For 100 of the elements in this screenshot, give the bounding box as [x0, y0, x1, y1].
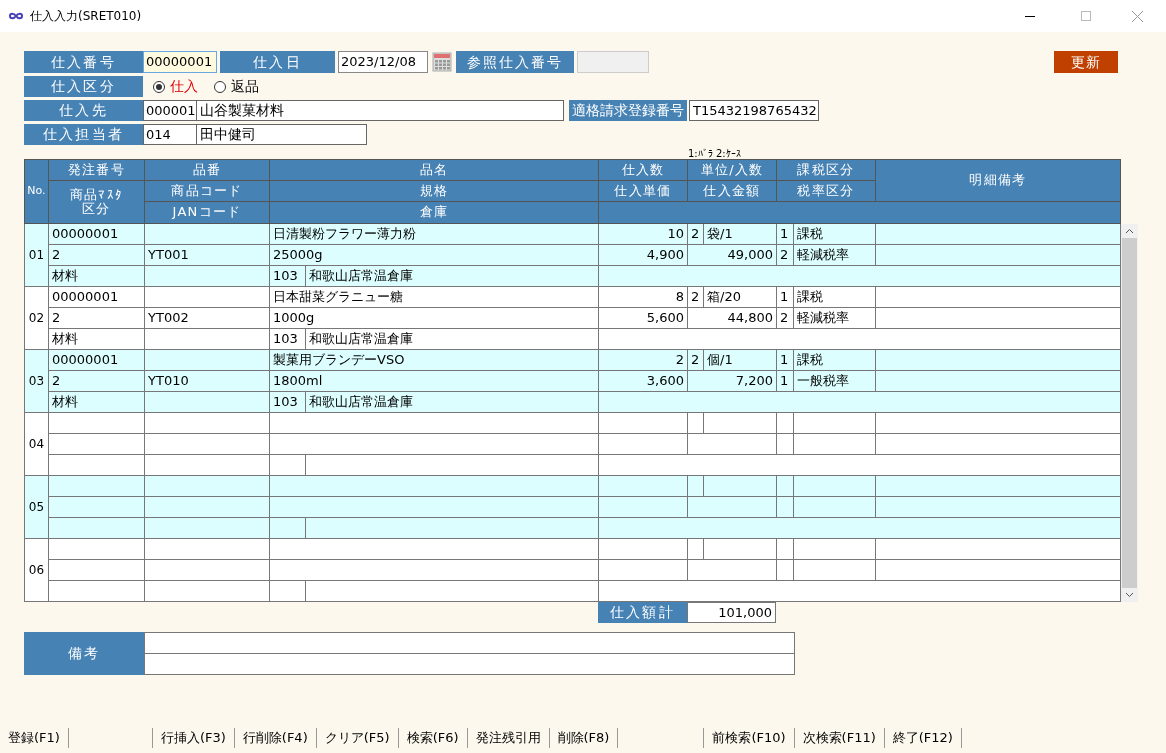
table-cell[interactable] [876, 476, 1121, 497]
table-cell[interactable] [270, 413, 599, 434]
function-key-button[interactable]: 行削除(F4) [234, 727, 317, 748]
table-cell[interactable] [145, 497, 270, 518]
table-cell[interactable] [145, 476, 270, 497]
product-code-cell[interactable]: YT010 [145, 371, 270, 392]
table-cell[interactable] [704, 476, 777, 497]
table-cell[interactable] [270, 476, 599, 497]
function-key-button[interactable]: 次検索(F11) [794, 727, 885, 748]
table-cell[interactable] [704, 539, 777, 560]
table-cell[interactable] [777, 539, 794, 560]
table-cell[interactable] [599, 560, 688, 581]
table-cell[interactable] [145, 560, 270, 581]
scrollbar[interactable] [1121, 224, 1138, 602]
table-cell[interactable] [777, 497, 794, 518]
function-key-button[interactable]: 前検索(F10) [704, 727, 795, 748]
supplier-code-field[interactable]: 000001 [143, 100, 197, 121]
unit-code-cell[interactable]: 2 [688, 224, 704, 245]
table-cell[interactable] [777, 434, 794, 455]
master-category-cell[interactable]: 2 [49, 245, 145, 266]
table-cell[interactable] [794, 497, 876, 518]
table-cell[interactable] [49, 560, 145, 581]
table-cell[interactable] [145, 581, 270, 602]
table-cell[interactable] [777, 560, 794, 581]
calendar-icon[interactable] [432, 52, 452, 72]
table-cell[interactable] [145, 350, 270, 371]
supplier-name-field[interactable]: 山谷製菓材料 [197, 100, 564, 121]
function-key-button[interactable]: 終了(F12) [884, 727, 962, 748]
tax-rate-code-cell[interactable]: 2 [777, 245, 794, 266]
date-field[interactable]: 2023/12/08 [338, 51, 428, 73]
unit-price-cell[interactable]: 4,900 [599, 245, 688, 266]
table-cell[interactable] [49, 476, 145, 497]
table-cell[interactable] [876, 350, 1121, 371]
table-cell[interactable] [876, 560, 1121, 581]
table-cell[interactable] [270, 434, 599, 455]
table-cell[interactable] [688, 413, 704, 434]
table-cell[interactable] [688, 560, 777, 581]
table-cell[interactable] [270, 539, 599, 560]
spec-cell[interactable]: 1000g [270, 308, 599, 329]
order-number-cell[interactable]: 00000001 [49, 287, 145, 308]
product-code-cell[interactable]: YT001 [145, 245, 270, 266]
tax-cell[interactable]: 課税 [794, 350, 876, 371]
unit-price-cell[interactable]: 3,600 [599, 371, 688, 392]
table-cell[interactable] [270, 497, 599, 518]
table-cell[interactable] [794, 560, 876, 581]
table-cell[interactable] [145, 413, 270, 434]
table-cell[interactable] [704, 413, 777, 434]
product-name-cell[interactable]: 日本甜菜グラニュー糖 [270, 287, 599, 308]
order-number-cell[interactable]: 00000001 [49, 224, 145, 245]
table-cell[interactable] [876, 245, 1121, 266]
table-cell[interactable] [49, 413, 145, 434]
table-cell[interactable] [145, 434, 270, 455]
tax-cell[interactable]: 課税 [794, 224, 876, 245]
unit-code-cell[interactable]: 2 [688, 350, 704, 371]
tax-code-cell[interactable]: 1 [777, 224, 794, 245]
table-cell[interactable] [876, 413, 1121, 434]
quantity-cell[interactable]: 10 [599, 224, 688, 245]
purchase-number-field[interactable]: 00000001 [143, 51, 217, 73]
unit-cell[interactable]: 箱/20 [704, 287, 777, 308]
spec-cell[interactable]: 25000g [270, 245, 599, 266]
unit-code-cell[interactable]: 2 [688, 287, 704, 308]
table-cell[interactable] [876, 497, 1121, 518]
table-cell[interactable] [777, 413, 794, 434]
table-cell[interactable] [876, 539, 1121, 560]
table-cell[interactable] [876, 224, 1121, 245]
tax-cell[interactable]: 課税 [794, 287, 876, 308]
table-cell[interactable] [49, 497, 145, 518]
function-key-button[interactable]: 検索(F6) [398, 727, 468, 748]
amount-cell[interactable]: 49,000 [688, 245, 777, 266]
invoice-number-field[interactable]: T15432198765432 [689, 100, 819, 121]
table-cell[interactable] [145, 539, 270, 560]
staff-name-field[interactable]: 田中健司 [197, 124, 367, 145]
tax-rate-code-cell[interactable]: 2 [777, 308, 794, 329]
table-cell[interactable] [794, 434, 876, 455]
table-cell[interactable] [599, 539, 688, 560]
scroll-up-icon[interactable] [1125, 228, 1134, 234]
table-cell[interactable] [876, 287, 1121, 308]
table-cell[interactable] [794, 476, 876, 497]
table-cell[interactable] [145, 224, 270, 245]
unit-price-cell[interactable]: 5,600 [599, 308, 688, 329]
staff-code-field[interactable]: 014 [143, 124, 197, 145]
master-category-cell[interactable]: 2 [49, 371, 145, 392]
tax-rate-cell[interactable]: 軽減税率 [794, 308, 876, 329]
update-button[interactable]: 更新 [1054, 51, 1118, 73]
quantity-cell[interactable]: 2 [599, 350, 688, 371]
tax-rate-code-cell[interactable]: 1 [777, 371, 794, 392]
remarks-field[interactable] [144, 654, 795, 675]
table-cell[interactable] [145, 287, 270, 308]
table-cell[interactable] [49, 539, 145, 560]
table-cell[interactable] [306, 581, 599, 602]
radio-option[interactable]: 仕入 [153, 76, 198, 97]
table-cell[interactable] [876, 434, 1121, 455]
table-cell[interactable] [270, 581, 306, 602]
spec-cell[interactable]: 1800ml [270, 371, 599, 392]
table-cell[interactable] [688, 539, 704, 560]
order-number-cell[interactable]: 00000001 [49, 350, 145, 371]
table-cell[interactable] [777, 476, 794, 497]
product-name-cell[interactable]: 日清製粉フラワー薄力粉 [270, 224, 599, 245]
unit-cell[interactable]: 袋/1 [704, 224, 777, 245]
function-key-button[interactable]: クリア(F5) [316, 727, 399, 748]
